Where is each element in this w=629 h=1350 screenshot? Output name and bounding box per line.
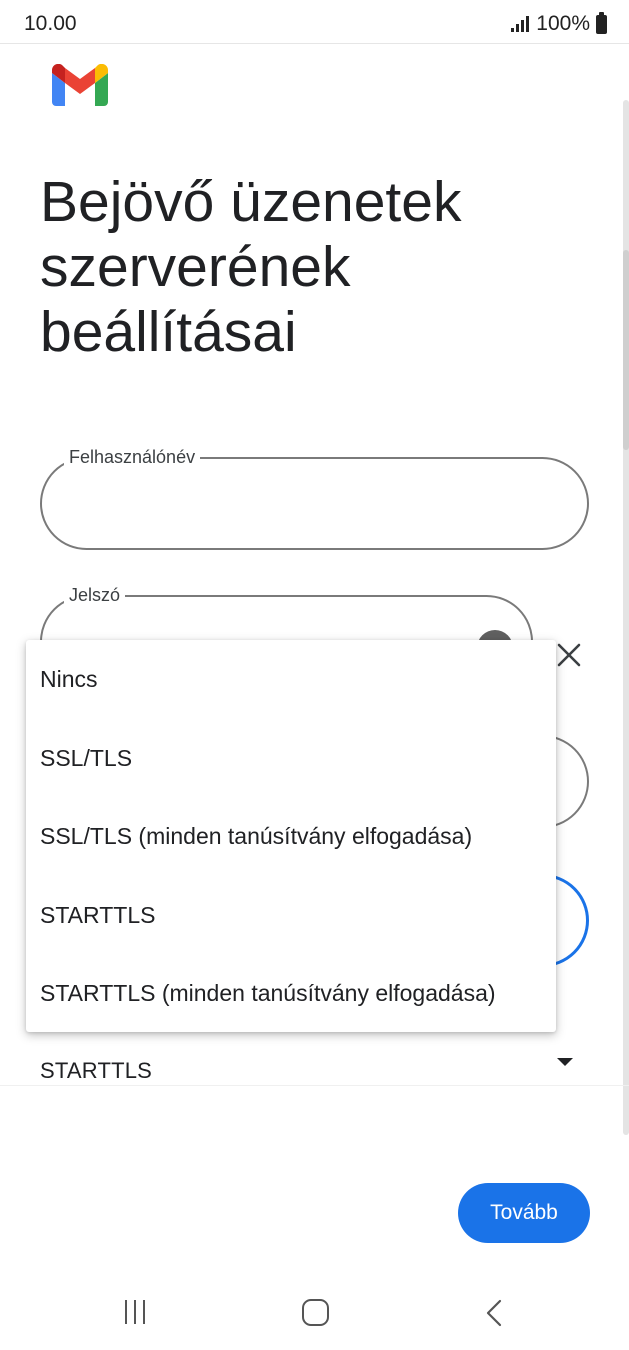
menu-item-starttls[interactable]: STARTTLS bbox=[26, 876, 556, 954]
page-title: Bejövő üzenetek szerverének beállításai bbox=[40, 170, 462, 364]
menu-item-ssl-tls-accept-all[interactable]: SSL/TLS (minden tanúsítvány elfogadása) bbox=[26, 797, 556, 875]
scrollbar-thumb[interactable] bbox=[623, 250, 629, 450]
username-field[interactable]: Felhasználónév bbox=[40, 446, 589, 550]
dropdown-arrow-icon[interactable] bbox=[557, 1058, 573, 1066]
menu-item-none[interactable]: Nincs bbox=[26, 640, 556, 718]
username-label: Felhasználónév bbox=[64, 446, 201, 468]
status-bar: 10.00 100% bbox=[0, 0, 629, 44]
home-icon[interactable] bbox=[302, 1299, 329, 1326]
battery-full-icon bbox=[596, 11, 607, 34]
menu-item-ssl-tls[interactable]: SSL/TLS bbox=[26, 719, 556, 797]
gmail-logo bbox=[52, 64, 108, 106]
next-button[interactable]: Tovább bbox=[458, 1183, 590, 1243]
divider bbox=[0, 1085, 629, 1086]
battery-percentage: 100% bbox=[536, 12, 590, 35]
navigation-bar bbox=[0, 1270, 629, 1350]
back-icon[interactable] bbox=[484, 1299, 504, 1327]
signal-bars-icon bbox=[511, 16, 530, 32]
status-time: 10.00 bbox=[24, 12, 77, 35]
menu-item-starttls-accept-all[interactable]: STARTTLS (minden tanúsítvány elfogadása) bbox=[26, 954, 556, 1032]
close-icon[interactable] bbox=[556, 642, 582, 668]
status-right: 100% bbox=[511, 11, 607, 36]
security-dropdown-menu: Nincs SSL/TLS SSL/TLS (minden tanúsítván… bbox=[26, 640, 556, 1032]
recent-apps-icon[interactable] bbox=[125, 1300, 153, 1324]
username-input[interactable] bbox=[66, 481, 563, 525]
security-type-select[interactable]: STARTTLS bbox=[40, 1058, 152, 1084]
password-label: Jelszó bbox=[64, 584, 126, 606]
